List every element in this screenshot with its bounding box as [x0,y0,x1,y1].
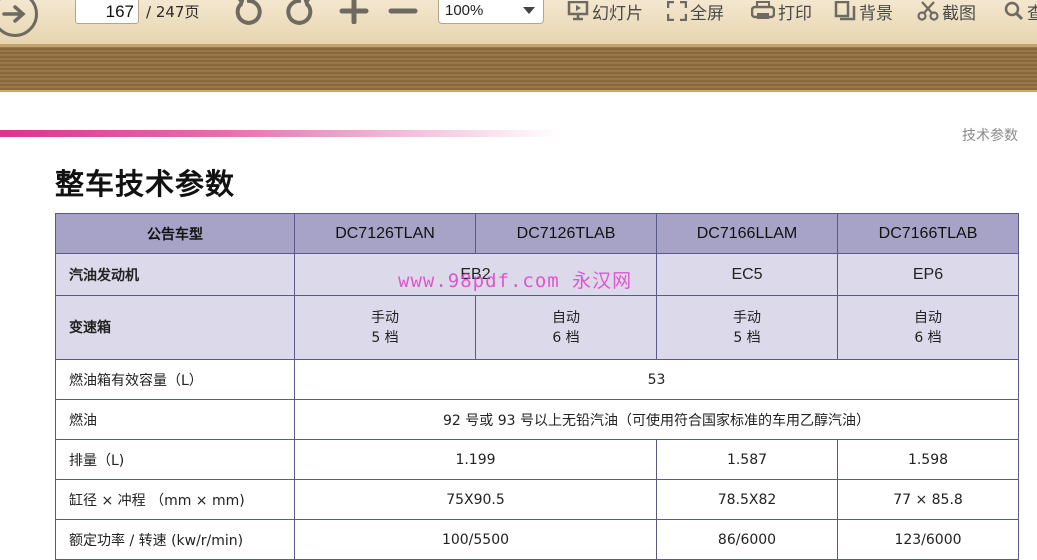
trans-gears: 5 档 [371,329,399,346]
minus-icon [388,8,418,14]
screenshot-button[interactable]: 截图 [917,0,976,24]
section-accent-bar [0,130,560,137]
section-tag: 技术参数 [962,128,1018,144]
table-row-power: 额定功率 / 转速 (kw/r/min) 100/5500 86/6000 12… [55,519,1019,560]
table-cell: 手动 5 档 [294,295,476,360]
page-title: 整车技术参数 [55,167,236,201]
row-label: 燃油箱有效容量（L） [55,359,295,400]
table-cell: EP6 [837,253,1019,296]
viewer-frame-band [0,44,1037,92]
search-button[interactable]: 查 [1004,0,1037,24]
header-cell: DC7126TLAN [294,213,476,254]
table-cell: EC5 [656,253,838,296]
table-row-displacement: 排量（L) 1.199 1.587 1.598 [55,439,1019,480]
table-cell: 自动 6 档 [475,295,657,360]
chevron-down-icon [523,7,535,14]
table-row-transmission: 变速箱 手动 5 档 自动 6 档 手动 5 档 自动 6 档 [55,295,1019,360]
table-row-fuel: 燃油 92 号或 93 号以上无铅汽油（可使用符合国家标准的车用乙醇汽油） [55,399,1019,440]
row-label: 变速箱 [55,295,295,360]
table-cell: 自动 6 档 [837,295,1019,360]
row-label: 排量（L) [55,439,295,480]
trans-type: 自动 [914,309,942,326]
trans-type: 手动 [371,309,399,326]
trans-gears: 6 档 [552,329,580,346]
watermark: www.98pdf.com 永汉网 [398,270,633,292]
table-cell: 123/6000 [837,519,1019,560]
table-cell: 53 [294,359,1019,400]
rotate-right-icon [286,0,313,25]
fullscreen-button[interactable]: 全屏 [667,0,724,24]
table-cell: 1.587 [656,439,838,480]
table-cell: 1.199 [294,439,657,480]
row-label: 额定功率 / 转速 (kw/r/min) [55,519,295,560]
rotate-right-button[interactable] [282,0,316,25]
table-cell: 86/6000 [656,519,838,560]
slideshow-icon [567,1,589,21]
background-label: 背景 [859,3,893,24]
slideshow-button[interactable]: 幻灯片 [567,0,643,24]
header-cell: DC7126TLAB [475,213,657,254]
trans-gears: 6 档 [914,329,942,346]
table-header-row: 公告车型 DC7126TLAN DC7126TLAB DC7166LLAM DC… [55,213,1019,254]
arrow-right-icon [0,0,38,37]
trans-gears: 5 档 [733,329,761,346]
background-button[interactable]: 背景 [834,0,893,24]
table-cell: 77 × 85.8 [837,479,1019,520]
zoom-select[interactable]: 100% [438,0,544,24]
background-icon [834,1,856,21]
slideshow-label: 幻灯片 [592,3,643,24]
table-row-bore-stroke: 缸径 × 冲程 （mm × mm) 75X90.5 78.5X82 77 × 8… [55,479,1019,520]
search-label: 查 [1027,3,1037,24]
page-number-input[interactable]: 167 [75,0,139,24]
rotate-left-icon [235,0,262,25]
fullscreen-icon [667,1,687,21]
row-label: 汽油发动机 [55,253,295,296]
table-cell: 100/5500 [294,519,657,560]
header-model-label: 公告车型 [55,213,295,254]
zoom-out-button[interactable] [386,0,420,24]
rotate-left-button[interactable] [232,0,266,25]
fullscreen-label: 全屏 [690,3,724,24]
table-cell: 75X90.5 [294,479,657,520]
page-total-label: / 247页 [146,3,200,21]
plus-icon [339,0,369,24]
next-page-button[interactable] [0,0,54,44]
header-cell: DC7166TLAB [837,213,1019,254]
zoom-in-button[interactable] [337,0,371,24]
print-label: 打印 [778,3,812,24]
header-cell: DC7166LLAM [656,213,838,254]
trans-type: 自动 [552,309,580,326]
zoom-value: 100% [445,2,484,19]
table-cell: 78.5X82 [656,479,838,520]
table-cell: 1.598 [837,439,1019,480]
table-cell: 手动 5 档 [656,295,838,360]
row-label: 缸径 × 冲程 （mm × mm) [55,479,295,520]
table-row-fuel-tank: 燃油箱有效容量（L） 53 [55,359,1019,400]
screenshot-label: 截图 [942,3,976,24]
search-icon [1004,1,1024,21]
viewer-toolbar: 167 / 247页 100% 幻灯片 全屏 打印 背景 截图 查 [0,0,1037,45]
scissors-icon [917,1,939,21]
trans-type: 手动 [733,309,761,326]
row-label: 燃油 [55,399,295,440]
print-button[interactable]: 打印 [751,0,812,24]
table-cell: 92 号或 93 号以上无铅汽油（可使用符合国家标准的车用乙醇汽油） [294,399,1019,440]
printer-icon [751,1,775,19]
